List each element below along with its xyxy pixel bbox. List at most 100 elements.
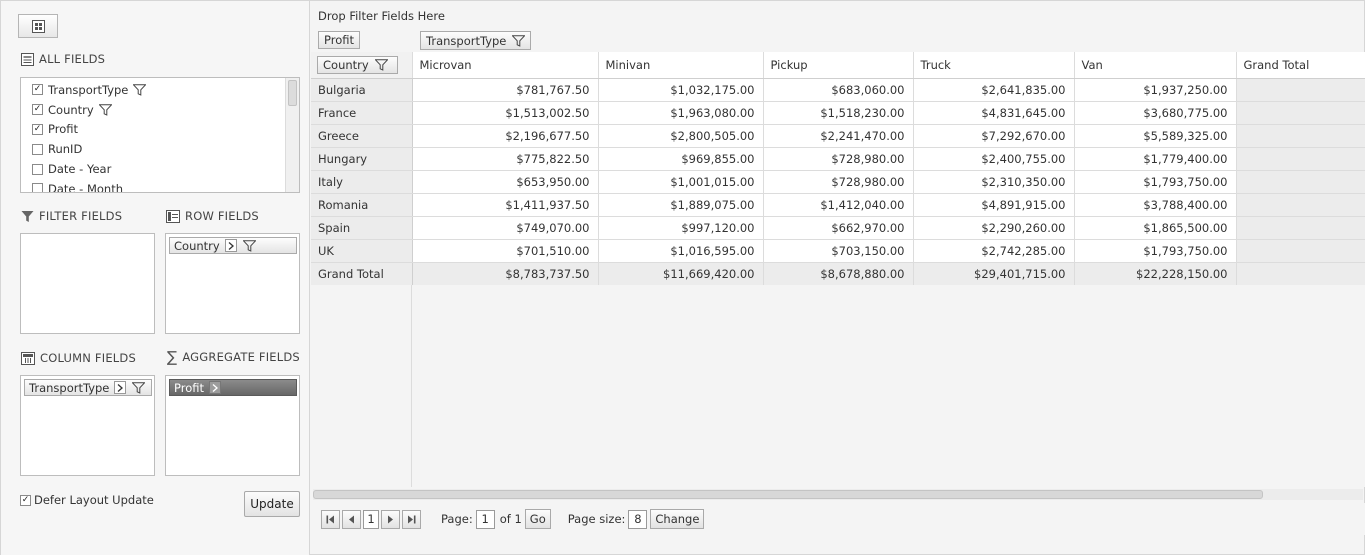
value-cell: $749,070.00 (412, 216, 599, 240)
last-page-button[interactable] (402, 509, 421, 529)
filter-icon[interactable] (242, 239, 256, 252)
field-item[interactable]: Date - Year (21, 159, 299, 179)
aggregate-header-chip-profit[interactable]: Profit (318, 31, 360, 49)
value-cell: $5,589,325.00 (1074, 124, 1237, 148)
value-cell: $1,937,250.00 (1074, 78, 1237, 102)
row-header-cell[interactable]: Hungary (311, 147, 413, 171)
column-header-cell[interactable]: Truck (913, 52, 1075, 79)
filter-fields-drop-area[interactable] (20, 233, 155, 334)
page-count-label: of 1 (499, 512, 522, 526)
row-header-cell[interactable]: France (311, 101, 413, 125)
page-input[interactable]: 1 (475, 509, 495, 529)
column-header-chip-label: TransportType (426, 33, 507, 48)
aggregate-fields-drop-area[interactable]: Profit (165, 375, 300, 476)
row-header-cell[interactable]: Grand Total (311, 262, 413, 286)
field-item[interactable]: ✓ TransportType (21, 80, 299, 100)
value-cell: $2,742,285.00 (913, 239, 1075, 263)
value-cell: $8,783,737.50 (412, 262, 599, 286)
row-fields-drop-area[interactable]: Country (165, 233, 300, 334)
field-checkbox[interactable] (32, 143, 43, 155)
value-cell: $969,855.00 (598, 147, 764, 171)
field-checkbox[interactable]: ✓ (32, 123, 43, 135)
row-header-cell[interactable]: Spain (311, 216, 413, 240)
filter-icon[interactable] (132, 381, 146, 394)
aggregate-field-chip-profit[interactable]: Profit (169, 379, 297, 396)
value-cell: $3,788,400.00 (1074, 193, 1237, 217)
column-header-cell[interactable]: Microvan (412, 52, 599, 79)
row-fields-icon (166, 209, 180, 223)
column-header-cell[interactable]: Minivan (598, 52, 764, 79)
fields-scrollbar[interactable] (285, 78, 299, 192)
horizontal-scrollbar-thumb[interactable] (313, 490, 1263, 499)
column-header-cell[interactable]: Grand Total (1236, 52, 1365, 79)
value-cell: $3,680,775.00 (1074, 101, 1237, 125)
toggle-field-list-button[interactable] (18, 14, 58, 38)
filter-icon[interactable] (512, 34, 526, 47)
row-header-cell[interactable]: Bulgaria (311, 78, 413, 102)
drop-filter-area[interactable]: Drop Filter Fields Here (318, 9, 445, 23)
all-fields-header: ALL FIELDS (21, 52, 105, 66)
grand-total-row: Grand Total $8,783,737.50 $11,669,420.00 $8… (311, 262, 1365, 286)
field-item[interactable]: Date - Month (21, 179, 299, 193)
fields-scrollbar-thumb[interactable] (288, 80, 297, 106)
previous-page-icon (349, 515, 354, 523)
filter-icon[interactable] (374, 59, 388, 71)
row-header-chip-country[interactable]: Country (317, 55, 398, 74)
list-icon (21, 52, 34, 66)
defer-layout-checkbox[interactable]: ✓ (20, 494, 31, 506)
row-header-cell[interactable]: UK (311, 239, 413, 263)
value-cell: $1,793,750.00 (1074, 170, 1237, 194)
all-fields-title: ALL FIELDS (39, 52, 106, 66)
value-cell: $1,016,595.00 (598, 239, 764, 263)
row-header-cell[interactable]: Romania (311, 193, 413, 217)
horizontal-scrollbar[interactable] (313, 489, 1363, 500)
column-field-chip-label: TransportType (29, 380, 110, 395)
page-size-input[interactable]: 8 (628, 509, 648, 529)
column-field-chip-transporttype[interactable]: TransportType (24, 379, 152, 396)
chevron-right-icon[interactable] (209, 381, 221, 394)
defer-layout-update[interactable]: ✓ Defer Layout Update (20, 493, 154, 507)
field-item[interactable]: RunID (21, 139, 299, 159)
column-header-chip-transporttype[interactable]: TransportType (420, 31, 532, 50)
field-item[interactable]: ✓ Country (21, 100, 299, 120)
table-row: Hungary $775,822.50 $969,855.00 $728,980.00… (311, 147, 1365, 171)
row-field-chip-country[interactable]: Country (169, 237, 297, 254)
filter-icon[interactable] (133, 84, 147, 96)
column-fields-icon (21, 351, 35, 365)
go-button[interactable]: Go (524, 509, 551, 529)
field-item[interactable]: ✓ Profit (21, 120, 299, 140)
update-button[interactable]: Update (244, 491, 300, 517)
chevron-right-icon[interactable] (114, 381, 127, 394)
filter-icon[interactable] (98, 103, 112, 116)
value-cell: $997,120.00 (598, 216, 764, 240)
field-label: Date - Month (48, 181, 123, 193)
value-cell: $2,290,260.00 (913, 216, 1075, 240)
row-header-cell[interactable]: Italy (311, 170, 413, 194)
field-checkbox[interactable]: ✓ (32, 84, 43, 96)
table-row: Spain $749,070.00 $997,120.00 $662,970.00 $2… (311, 216, 1365, 240)
first-page-button[interactable] (321, 509, 340, 529)
chevron-right-icon[interactable] (224, 239, 237, 252)
page-number-indicator[interactable]: 1 (363, 509, 379, 529)
row-header-cell[interactable]: Greece (311, 124, 413, 148)
change-button[interactable]: Change (650, 509, 705, 529)
value-cell (1236, 78, 1365, 102)
value-cell: $1,963,080.00 (598, 101, 764, 125)
column-fields-drop-area[interactable]: TransportType (20, 375, 155, 476)
value-cell (1236, 216, 1365, 240)
field-checkbox[interactable] (32, 163, 43, 175)
column-header-cell[interactable]: Pickup (763, 52, 914, 79)
next-page-button[interactable] (381, 509, 400, 529)
value-cell: $728,980.00 (763, 147, 914, 171)
aggregate-field-chip-label: Profit (174, 380, 204, 395)
previous-page-button[interactable] (342, 509, 361, 529)
table-row: Romania $1,411,937.50 $1,889,075.00 $1,412,… (311, 193, 1365, 217)
field-checkbox[interactable]: ✓ (32, 104, 43, 116)
value-cell: $1,889,075.00 (598, 193, 764, 217)
field-checkbox[interactable] (32, 183, 43, 192)
value-cell (1236, 147, 1365, 171)
table-row: Bulgaria $781,767.50 $1,032,175.00 $683,060… (311, 78, 1365, 102)
column-header-cell[interactable]: Van (1074, 52, 1237, 79)
value-cell: $8,678,880.00 (763, 262, 914, 286)
value-cell: $728,980.00 (763, 170, 914, 194)
